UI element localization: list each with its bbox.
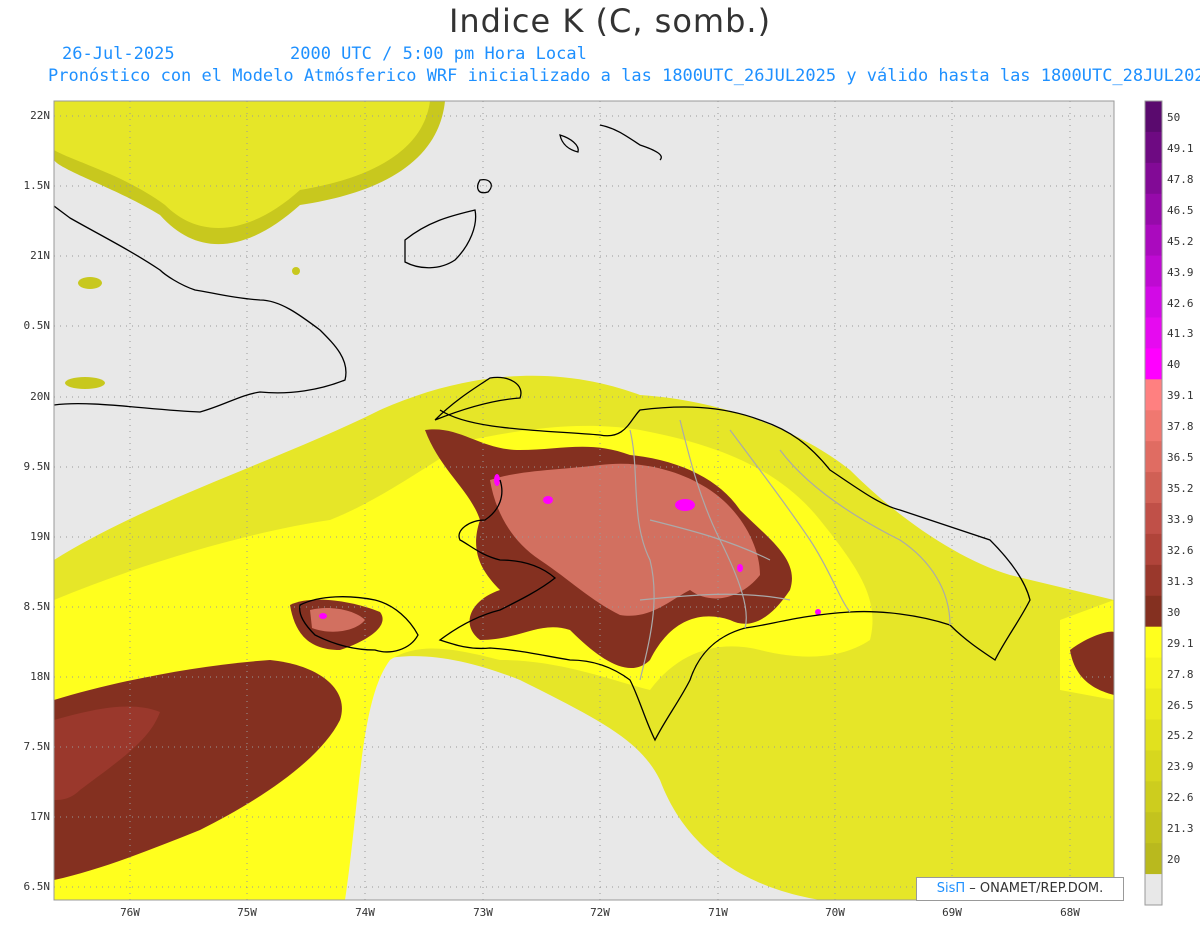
- lon-label: 69W: [942, 906, 962, 919]
- colorbar-label: 20: [1167, 853, 1181, 867]
- field-magenta-2: [543, 496, 553, 504]
- lat-label: 18N: [30, 670, 50, 683]
- lon-label: 72W: [590, 906, 610, 919]
- colorbar-swatch: [1145, 193, 1162, 226]
- field-magenta-6: [815, 609, 821, 615]
- colorbar-swatch: [1145, 224, 1162, 257]
- colorbar-label: 21.3: [1167, 822, 1194, 836]
- field-magenta-3: [494, 474, 500, 486]
- colorbar-label: 42.6: [1167, 296, 1194, 310]
- colorbar-label: 32.6: [1167, 543, 1194, 557]
- colorbar-label: 41.3: [1167, 327, 1194, 341]
- colorbar: [1144, 100, 1163, 906]
- field-magenta-1: [675, 499, 695, 511]
- colorbar-swatch: [1145, 131, 1162, 164]
- colorbar-label: 29.1: [1167, 636, 1194, 650]
- field-blob-2: [65, 377, 105, 389]
- lat-label: 21N: [30, 249, 50, 262]
- colorbar-label: 45.2: [1167, 234, 1194, 248]
- colorbar-swatch: [1145, 812, 1162, 844]
- colorbar-swatch: [1145, 750, 1162, 782]
- lat-label: 20N: [30, 390, 50, 403]
- lat-label: 9.5N: [23, 460, 51, 473]
- colorbar-swatch: [1145, 564, 1162, 597]
- field-magenta-4: [319, 613, 327, 619]
- lat-label: 22N: [30, 109, 50, 122]
- colorbar-label: 30: [1167, 605, 1181, 619]
- lon-label: 76W: [120, 906, 140, 919]
- colorbar-swatch: [1145, 657, 1162, 690]
- colorbar-swatch: [1145, 626, 1162, 659]
- lon-label: 74W: [355, 906, 375, 919]
- field-blob-3: [292, 267, 300, 275]
- colorbar-label: 25.2: [1167, 729, 1194, 743]
- lon-label: 70W: [825, 906, 845, 919]
- colorbar-swatch: [1145, 503, 1162, 535]
- colorbar-swatch: [1145, 379, 1162, 411]
- credit-text: – ONAMET/REP.DOM.: [969, 881, 1104, 896]
- colorbar-swatch: [1145, 286, 1162, 318]
- colorbar-label: 22.6: [1167, 791, 1194, 805]
- colorbar-label: 35.2: [1167, 482, 1194, 496]
- colorbar-label: 49.1: [1167, 141, 1194, 155]
- colorbar-label: 40: [1167, 358, 1181, 372]
- colorbar-label: 47.8: [1167, 172, 1194, 186]
- lon-label: 71W: [708, 906, 728, 919]
- colorbar-swatch: [1145, 688, 1162, 720]
- colorbar-swatch: [1145, 317, 1162, 349]
- colorbar-swatch: [1145, 781, 1162, 813]
- credit-logo: SisΠ: [936, 881, 966, 896]
- colorbar-swatch: [1145, 595, 1162, 628]
- colorbar-label: 37.8: [1167, 420, 1194, 434]
- lat-label: 19N: [30, 530, 50, 543]
- field-blob-1: [78, 277, 102, 289]
- colorbar-label: 46.5: [1167, 203, 1194, 217]
- colorbar-label: 31.3: [1167, 574, 1194, 588]
- colorbar-swatch: [1145, 162, 1162, 195]
- lat-label: 0.5N: [23, 319, 51, 332]
- colorbar-swatch: [1145, 101, 1162, 133]
- colorbar-label: 33.9: [1167, 513, 1194, 526]
- colorbar-label: 36.5: [1167, 451, 1194, 465]
- colorbar-swatch: [1145, 843, 1162, 875]
- colorbar-swatch: [1145, 719, 1162, 751]
- colorbar-label: 39.1: [1167, 389, 1194, 403]
- colorbar-swatch-below: [1145, 874, 1162, 905]
- lon-label: 75W: [237, 906, 257, 919]
- colorbar-swatch: [1145, 441, 1162, 473]
- colorbar-label: 26.5: [1167, 698, 1194, 712]
- lon-label: 73W: [473, 906, 493, 919]
- credit-box: SisΠ – ONAMET/REP.DOM.: [916, 877, 1124, 901]
- colorbar-label: 23.9: [1167, 760, 1194, 774]
- colorbar-swatch: [1145, 472, 1162, 504]
- colorbar-label: 43.9: [1167, 265, 1194, 279]
- k-index-map: [53, 100, 1163, 906]
- lat-label: 17N: [30, 810, 50, 823]
- lat-label: 6.5N: [23, 880, 51, 893]
- lon-label: 68W: [1060, 906, 1080, 919]
- colorbar-label: 50: [1167, 111, 1181, 124]
- colorbar-swatch: [1145, 255, 1162, 288]
- field-magenta-5: [737, 564, 743, 572]
- lat-label: 1.5N: [23, 179, 51, 192]
- colorbar-swatch: [1145, 348, 1162, 380]
- lat-label: 7.5N: [23, 740, 51, 753]
- colorbar-swatch: [1145, 533, 1162, 566]
- colorbar-label: 27.8: [1167, 667, 1194, 681]
- lat-label: 8.5N: [23, 600, 51, 613]
- colorbar-swatch: [1145, 410, 1162, 442]
